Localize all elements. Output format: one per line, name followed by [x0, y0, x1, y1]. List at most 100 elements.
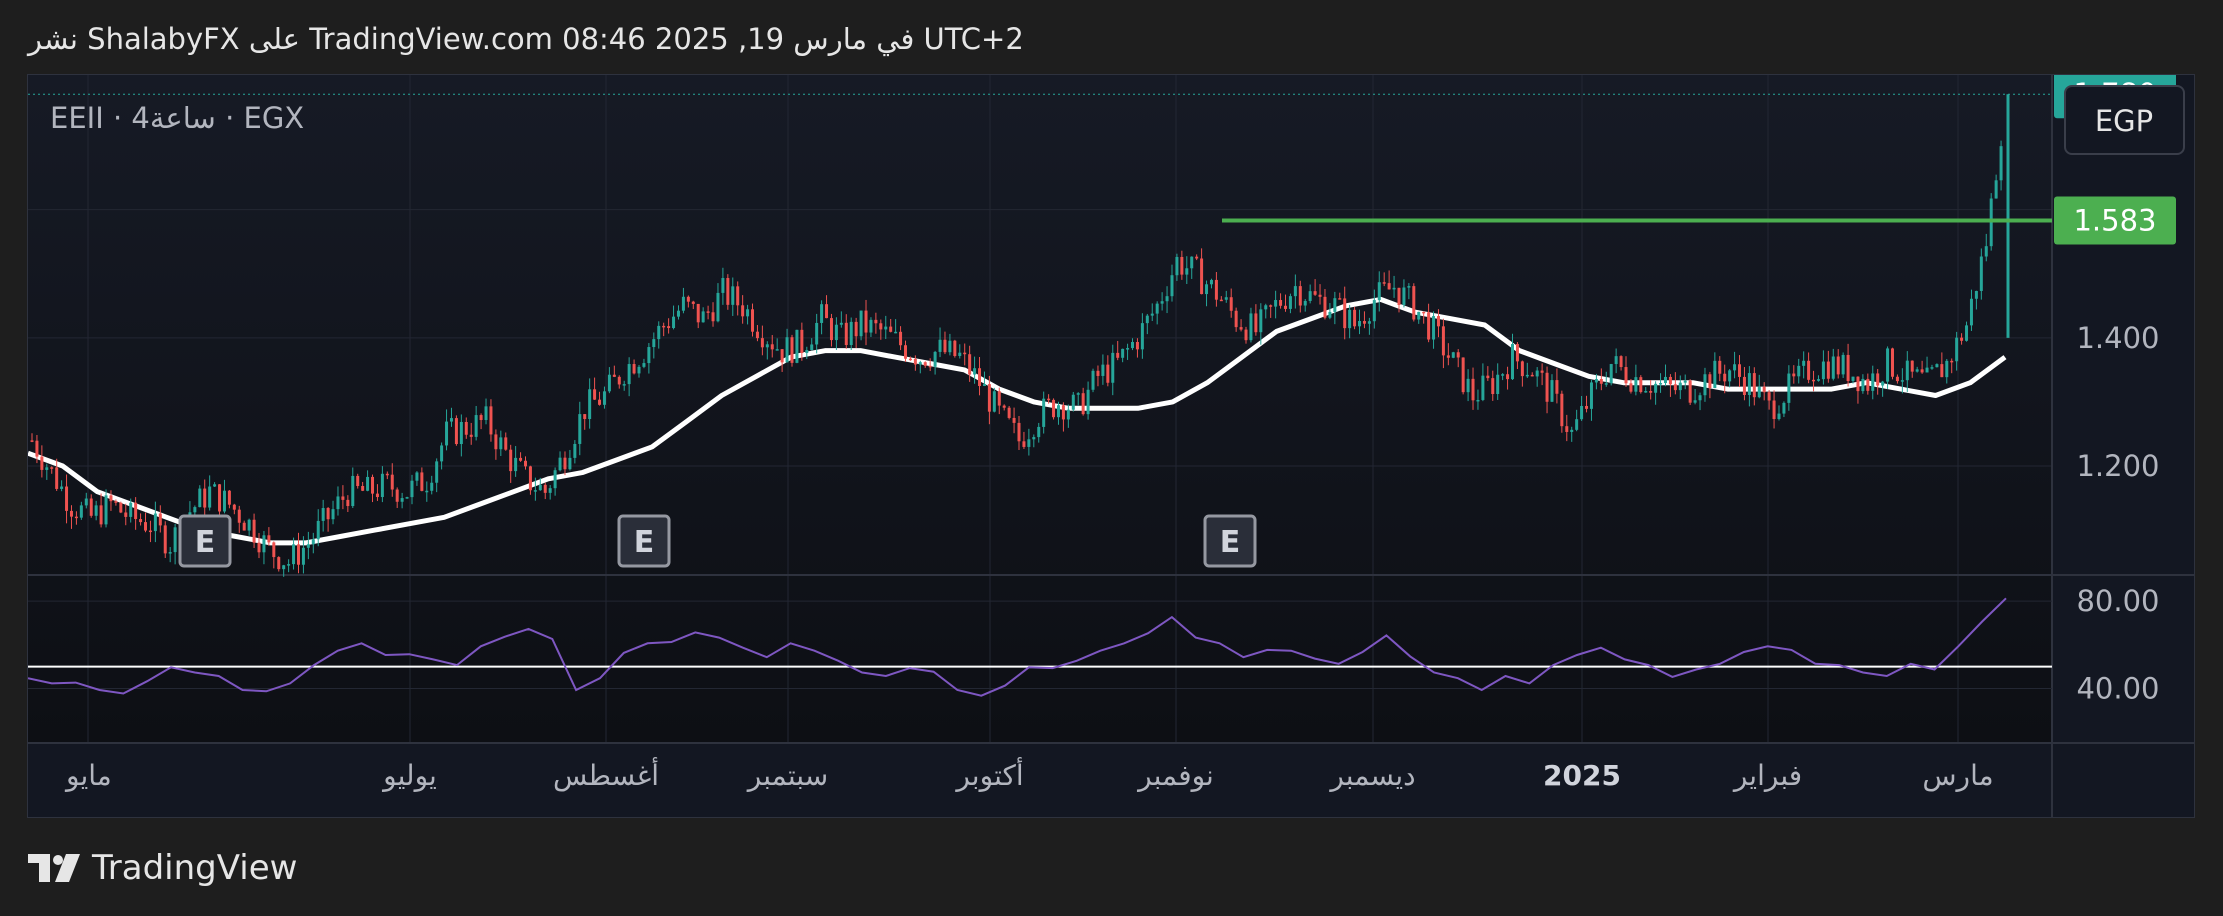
candle-body [1071, 394, 1075, 410]
candle-body [1456, 352, 1460, 358]
candle-body [657, 325, 661, 340]
candle-body [1116, 352, 1120, 358]
candle-body [69, 510, 73, 517]
currency-button[interactable]: EGP [2064, 85, 2185, 155]
candle-body [306, 544, 310, 548]
candle-body [1501, 374, 1505, 376]
candle-body [548, 488, 552, 493]
candle-body [1348, 309, 1352, 329]
candle-body [1402, 287, 1406, 305]
candle-body [1249, 313, 1253, 341]
candle-body [257, 542, 261, 553]
candle-body [1165, 296, 1169, 302]
candle-body [262, 535, 266, 553]
candle-body [1984, 246, 1988, 257]
candle-body [435, 461, 439, 483]
candle-body [341, 496, 345, 500]
earnings-marker[interactable]: E [178, 514, 232, 568]
candle-body [1900, 380, 1904, 382]
candle-body [1259, 309, 1263, 333]
candle-body [1950, 360, 1954, 363]
candle-body [1185, 268, 1189, 275]
candle-body [139, 519, 143, 523]
candle-body [222, 490, 226, 512]
candle-body [292, 544, 296, 565]
candle-body [701, 311, 705, 323]
candle-body [1481, 375, 1485, 400]
candle-body [1703, 374, 1707, 396]
candle-body [400, 498, 404, 502]
candle-body [632, 364, 636, 374]
candle-body [755, 331, 759, 339]
chart-canvas[interactable]: E E E مايو يوليو أغسطس سبتمبر أكتوبر نوفمبر ديسم… [28, 75, 2194, 817]
candle-body [1254, 313, 1258, 333]
candle-body [800, 329, 804, 353]
candle-body [953, 340, 957, 356]
candle-body [1328, 311, 1332, 318]
candle-body [94, 505, 98, 516]
candle-body [884, 326, 888, 330]
candle-body [1121, 348, 1125, 358]
candle-body [825, 304, 829, 319]
candle-body [489, 406, 493, 435]
candle-body [1550, 380, 1554, 402]
candle-body [1673, 384, 1677, 391]
candle-body [1170, 275, 1174, 297]
earnings-marker[interactable]: E [1203, 514, 1257, 568]
candle-body [839, 322, 843, 325]
candle-body [1925, 367, 1929, 373]
candle-body [445, 421, 449, 446]
candle-body [1486, 375, 1490, 379]
candle-body [469, 434, 473, 437]
candle-body [721, 278, 725, 293]
candle-body [1767, 392, 1771, 401]
candle-body [1131, 342, 1135, 349]
candle-body [602, 391, 606, 405]
candle-body [913, 358, 917, 365]
footer: TradingView [28, 848, 297, 888]
candle-body [1076, 393, 1080, 395]
candle-body [1362, 320, 1366, 324]
candle-body [1688, 380, 1692, 403]
candle-body [899, 331, 903, 346]
candle-body [311, 539, 315, 545]
candle-body [711, 312, 715, 322]
candle-body [1836, 356, 1840, 375]
earnings-marker[interactable]: E [617, 514, 671, 568]
candle-body [1619, 356, 1623, 368]
candle-body [667, 326, 671, 329]
candle-body [1649, 391, 1653, 393]
candle-body [109, 495, 113, 502]
candle-body [1506, 374, 1510, 380]
candle-body [1313, 291, 1317, 295]
candle-body [1234, 310, 1238, 328]
candle-body [681, 296, 685, 311]
candle-body [331, 509, 335, 520]
candle-body [55, 467, 59, 489]
candle-body [1056, 405, 1060, 418]
candle-body [1663, 376, 1667, 384]
candle-body [119, 502, 123, 513]
candle-body [1274, 300, 1278, 307]
candle-body [464, 421, 468, 435]
candle-body [1920, 369, 1924, 373]
candle-body [573, 443, 577, 458]
candle-body [287, 564, 291, 566]
candle-body [1945, 360, 1949, 378]
candle-body [1594, 379, 1598, 383]
y-tick-label: 1.400 [2076, 321, 2159, 355]
candle-body [277, 557, 281, 570]
candle-body [854, 321, 858, 337]
candle-body [908, 358, 912, 361]
candle-body [765, 344, 769, 348]
candle-body [1659, 383, 1663, 385]
candle-body [795, 329, 799, 363]
candle-body [1180, 256, 1184, 275]
candle-body [1308, 291, 1312, 301]
candle-body [1915, 369, 1919, 372]
candle-body [247, 519, 251, 531]
candle-body [237, 509, 241, 523]
candle-body [1807, 360, 1811, 380]
candle-body [1135, 342, 1139, 350]
chart-frame[interactable]: E E E مايو يوليو أغسطس سبتمبر أكتوبر نوفمبر ديسم… [27, 74, 2195, 818]
